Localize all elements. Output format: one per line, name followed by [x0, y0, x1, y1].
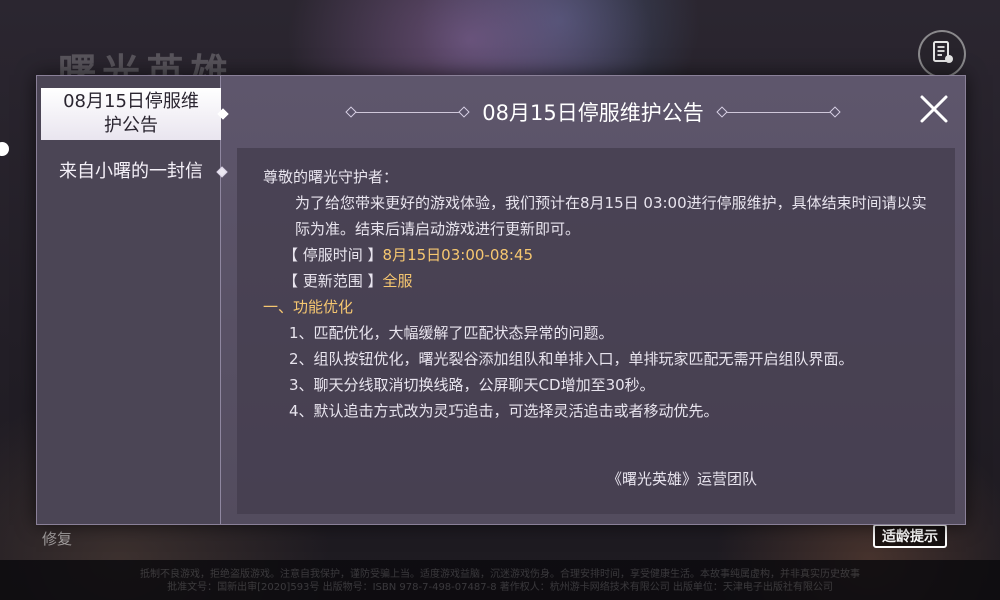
close-icon	[917, 95, 951, 130]
notice-board-button[interactable]	[918, 30, 966, 78]
sidebar-item-maintenance-notice[interactable]: 08月15日停服维护公告	[41, 88, 229, 140]
maintenance-time-value: 8月15日03:00-08:45	[382, 246, 534, 264]
dialog-header: 08月15日停服维护公告	[221, 76, 965, 146]
footer-line-2: 批准文号：国新出审[2020]593号 出版物号：ISBN 978-7-498-…	[167, 582, 833, 593]
page-title: 08月15日停服维护公告	[482, 101, 704, 125]
list-item: 4、默认追击方式改为灵巧追击，可选择灵活追击或者移动优先。	[289, 402, 719, 420]
decor-diamond	[345, 105, 357, 118]
sidebar-diamond-marker	[216, 166, 228, 178]
repair-button[interactable]: 修复	[42, 528, 72, 549]
legal-footer: 抵制不良游戏，拒绝盗版游戏。注意自我保护，谨防受骗上当。适度游戏益脑，沉迷游戏伤…	[0, 560, 1000, 600]
close-button[interactable]	[917, 92, 951, 126]
update-scope-row: 【 更新范围 】全服	[263, 268, 929, 294]
maintenance-time-label: 【 停服时间 】	[283, 246, 383, 264]
announcement-dialog: 08月15日停服维护公告 来自小曙的一封信 08月15日停服维护公告 尊敬的曙光…	[36, 75, 966, 525]
notice-board-icon	[929, 39, 955, 69]
age-rating-badge[interactable]: 适龄提示	[873, 524, 947, 548]
sidebar-item-label: 来自小曙的一封信	[59, 161, 203, 182]
section-title: 一、功能优化	[263, 298, 354, 316]
footer-line-1: 抵制不良游戏，拒绝盗版游戏。注意自我保护，谨防受骗上当。适度游戏益脑，沉迷游戏伤…	[140, 569, 860, 580]
signature: 《曙光英雄》运营团队	[607, 470, 758, 488]
update-scope-label: 【 更新范围 】	[283, 272, 383, 290]
list-item: 3、聊天分线取消切换线路，公屏聊天CD增加至30秒。	[289, 376, 655, 394]
list-item: 1、匹配优化，大幅缓解了匹配状态异常的问题。	[289, 324, 614, 342]
greeting-text: 尊敬的曙光守护者：	[263, 168, 399, 186]
update-scope-value: 全服	[382, 272, 413, 290]
title-bar: 08月15日停服维护公告	[345, 96, 841, 128]
announcement-sidebar: 08月15日停服维护公告 来自小曙的一封信	[37, 76, 229, 524]
sidebar-item-label: 08月15日停服维护公告	[63, 91, 199, 136]
decor-diamond	[829, 105, 841, 118]
intro-paragraph: 为了给您带来更好的游戏体验，我们预计在8月15日 03:00进行停服维护，具体结…	[295, 194, 927, 238]
list-item: 2、组队按钮优化，曙光裂谷添加组队和单排入口，单排玩家匹配无需开启组队界面。	[289, 350, 854, 368]
title-decor-left	[345, 105, 470, 118]
announcement-content: 尊敬的曙光守护者： 为了给您带来更好的游戏体验，我们预计在8月15日 03:00…	[237, 148, 955, 514]
title-decor-right	[716, 105, 841, 118]
maintenance-time-row: 【 停服时间 】8月15日03:00-08:45	[263, 242, 929, 268]
sidebar-item-letter[interactable]: 来自小曙的一封信	[41, 142, 228, 202]
